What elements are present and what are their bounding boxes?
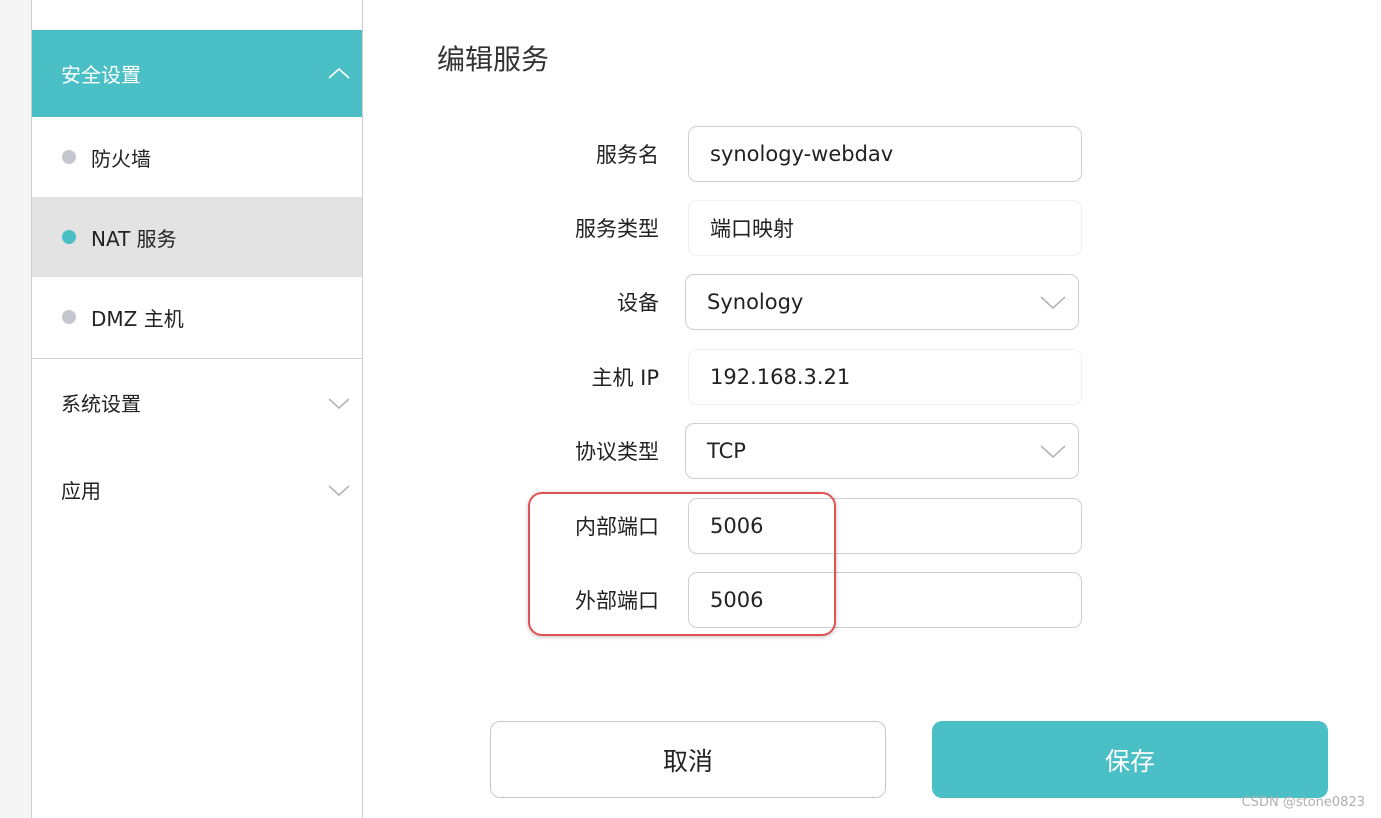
sidebar-group-label: 安全设置	[61, 63, 141, 87]
protocol-selected-value: TCP	[707, 439, 746, 463]
service-type-value: 端口映射	[688, 200, 1082, 256]
sidebar: 安全设置 防火墙 NAT 服务 DMZ 主机 系统设置 应用	[32, 0, 363, 818]
page-title: 编辑服务	[437, 43, 550, 76]
service-name-input[interactable]: synology-webdav	[688, 126, 1082, 182]
chevron-up-icon	[328, 63, 350, 85]
sidebar-group-security[interactable]: 安全设置	[32, 30, 362, 117]
device-select[interactable]: Synology	[685, 274, 1079, 330]
form-row-host-ip: 主机 IP 192.168.3.21	[0, 349, 1381, 405]
left-gutter	[0, 0, 32, 818]
protocol-select[interactable]: TCP	[685, 423, 1079, 479]
service-name-label: 服务名	[596, 143, 659, 167]
chevron-down-icon	[1040, 438, 1066, 464]
save-button[interactable]: 保存	[932, 721, 1328, 798]
cancel-button[interactable]: 取消	[490, 721, 886, 798]
form-row-device: 设备 Synology	[0, 274, 1381, 330]
form-row-protocol: 协议类型 TCP	[0, 423, 1381, 479]
service-type-label: 服务类型	[575, 217, 659, 241]
form-row-service-name: 服务名 synology-webdav	[0, 126, 1381, 182]
host-ip-value: 192.168.3.21	[688, 349, 1082, 405]
watermark: CSDN @stone0823	[1241, 795, 1365, 810]
chevron-down-icon	[1040, 289, 1066, 315]
form-row-service-type: 服务类型 端口映射	[0, 200, 1381, 256]
device-selected-value: Synology	[707, 290, 804, 314]
device-label: 设备	[617, 291, 659, 315]
port-highlight-annotation	[528, 492, 836, 636]
host-ip-label: 主机 IP	[591, 366, 659, 390]
protocol-label: 协议类型	[575, 440, 659, 464]
